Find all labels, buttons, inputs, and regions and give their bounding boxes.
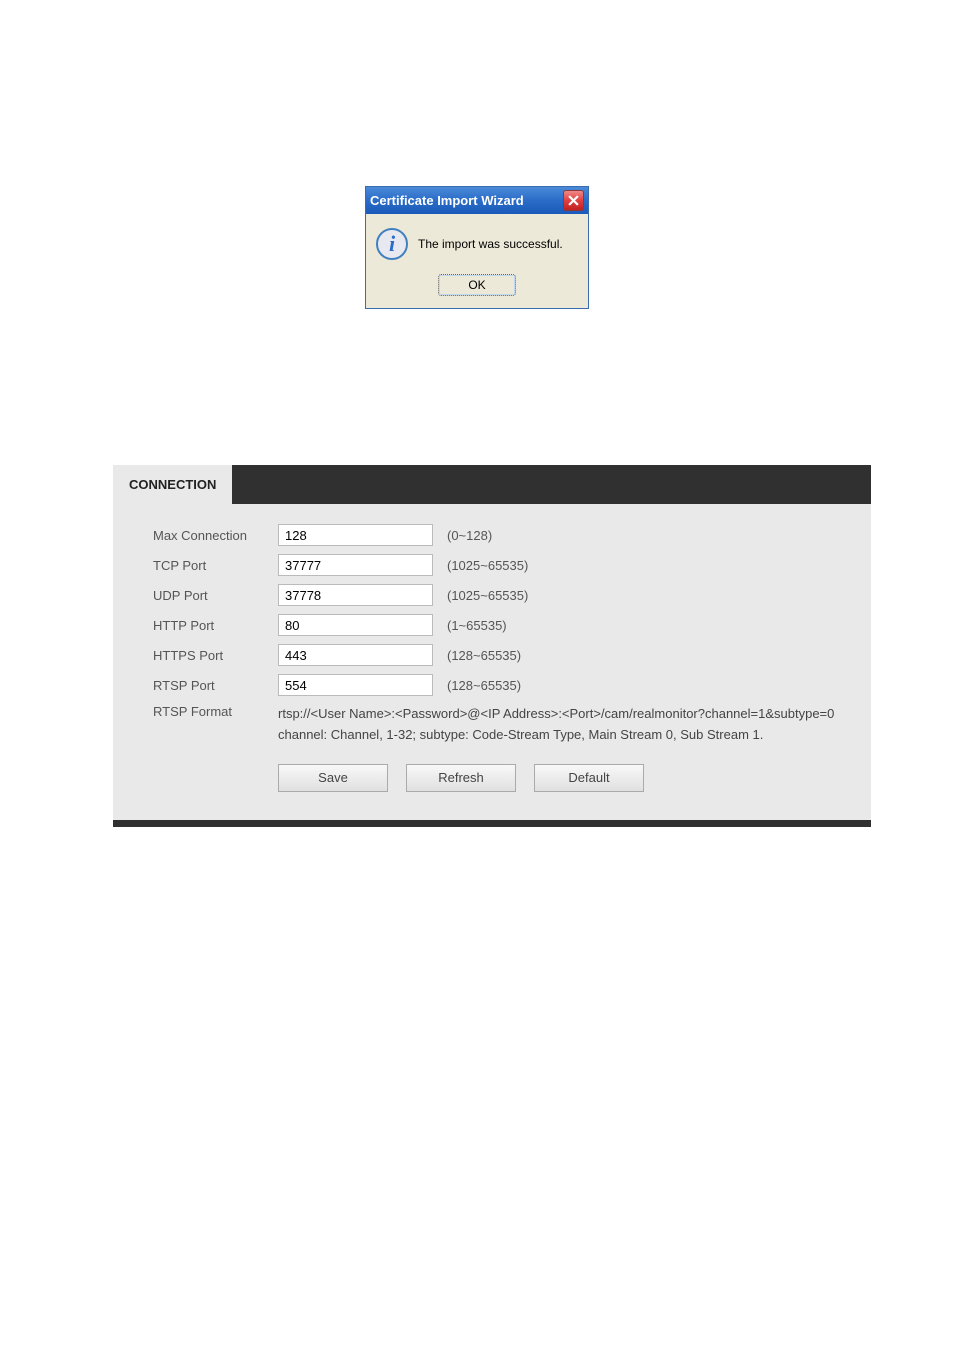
- hint-https-port: (128~65535): [447, 648, 521, 663]
- row-tcp-port: TCP Port (1025~65535): [153, 554, 841, 576]
- row-rtsp-port: RTSP Port (128~65535): [153, 674, 841, 696]
- label-udp-port: UDP Port: [153, 588, 278, 603]
- input-udp-port[interactable]: [278, 584, 433, 606]
- default-button[interactable]: Default: [534, 764, 644, 792]
- connection-panel: CONNECTION Max Connection (0~128) TCP Po…: [113, 465, 871, 827]
- dialog-body: i The import was successful.: [366, 214, 588, 268]
- row-http-port: HTTP Port (1~65535): [153, 614, 841, 636]
- input-rtsp-port[interactable]: [278, 674, 433, 696]
- info-icon: i: [376, 228, 408, 260]
- refresh-button[interactable]: Refresh: [406, 764, 516, 792]
- input-tcp-port[interactable]: [278, 554, 433, 576]
- hint-max-connection: (0~128): [447, 528, 492, 543]
- row-udp-port: UDP Port (1025~65535): [153, 584, 841, 606]
- hint-tcp-port: (1025~65535): [447, 558, 528, 573]
- label-rtsp-port: RTSP Port: [153, 678, 278, 693]
- ok-button[interactable]: OK: [438, 274, 516, 296]
- tab-connection[interactable]: CONNECTION: [113, 465, 232, 504]
- hint-rtsp-port: (128~65535): [447, 678, 521, 693]
- label-max-connection: Max Connection: [153, 528, 278, 543]
- input-max-connection[interactable]: [278, 524, 433, 546]
- label-rtsp-format: RTSP Format: [153, 704, 278, 746]
- dialog-titlebar: Certificate Import Wizard: [366, 187, 588, 214]
- panel-button-row: Save Refresh Default: [278, 764, 841, 792]
- row-max-connection: Max Connection (0~128): [153, 524, 841, 546]
- panel-header: CONNECTION: [113, 465, 871, 504]
- rtsp-format-text: rtsp://<User Name>:<Password>@<IP Addres…: [278, 704, 841, 746]
- dialog-button-row: OK: [366, 268, 588, 308]
- panel-body: Max Connection (0~128) TCP Port (1025~65…: [113, 504, 871, 820]
- input-https-port[interactable]: [278, 644, 433, 666]
- save-button[interactable]: Save: [278, 764, 388, 792]
- label-tcp-port: TCP Port: [153, 558, 278, 573]
- rtsp-format-line1: rtsp://<User Name>:<Password>@<IP Addres…: [278, 704, 841, 725]
- dialog-title: Certificate Import Wizard: [370, 193, 524, 208]
- row-rtsp-format: RTSP Format rtsp://<User Name>:<Password…: [153, 704, 841, 746]
- close-icon[interactable]: [563, 190, 584, 211]
- hint-http-port: (1~65535): [447, 618, 507, 633]
- panel-footer-bar: [113, 820, 871, 827]
- dialog-window: Certificate Import Wizard i The import w…: [365, 186, 589, 309]
- hint-udp-port: (1025~65535): [447, 588, 528, 603]
- label-http-port: HTTP Port: [153, 618, 278, 633]
- dialog-message: The import was successful.: [418, 237, 563, 251]
- input-http-port[interactable]: [278, 614, 433, 636]
- import-success-dialog: Certificate Import Wizard i The import w…: [365, 186, 589, 309]
- rtsp-format-line2: channel: Channel, 1-32; subtype: Code-St…: [278, 725, 841, 746]
- label-https-port: HTTPS Port: [153, 648, 278, 663]
- row-https-port: HTTPS Port (128~65535): [153, 644, 841, 666]
